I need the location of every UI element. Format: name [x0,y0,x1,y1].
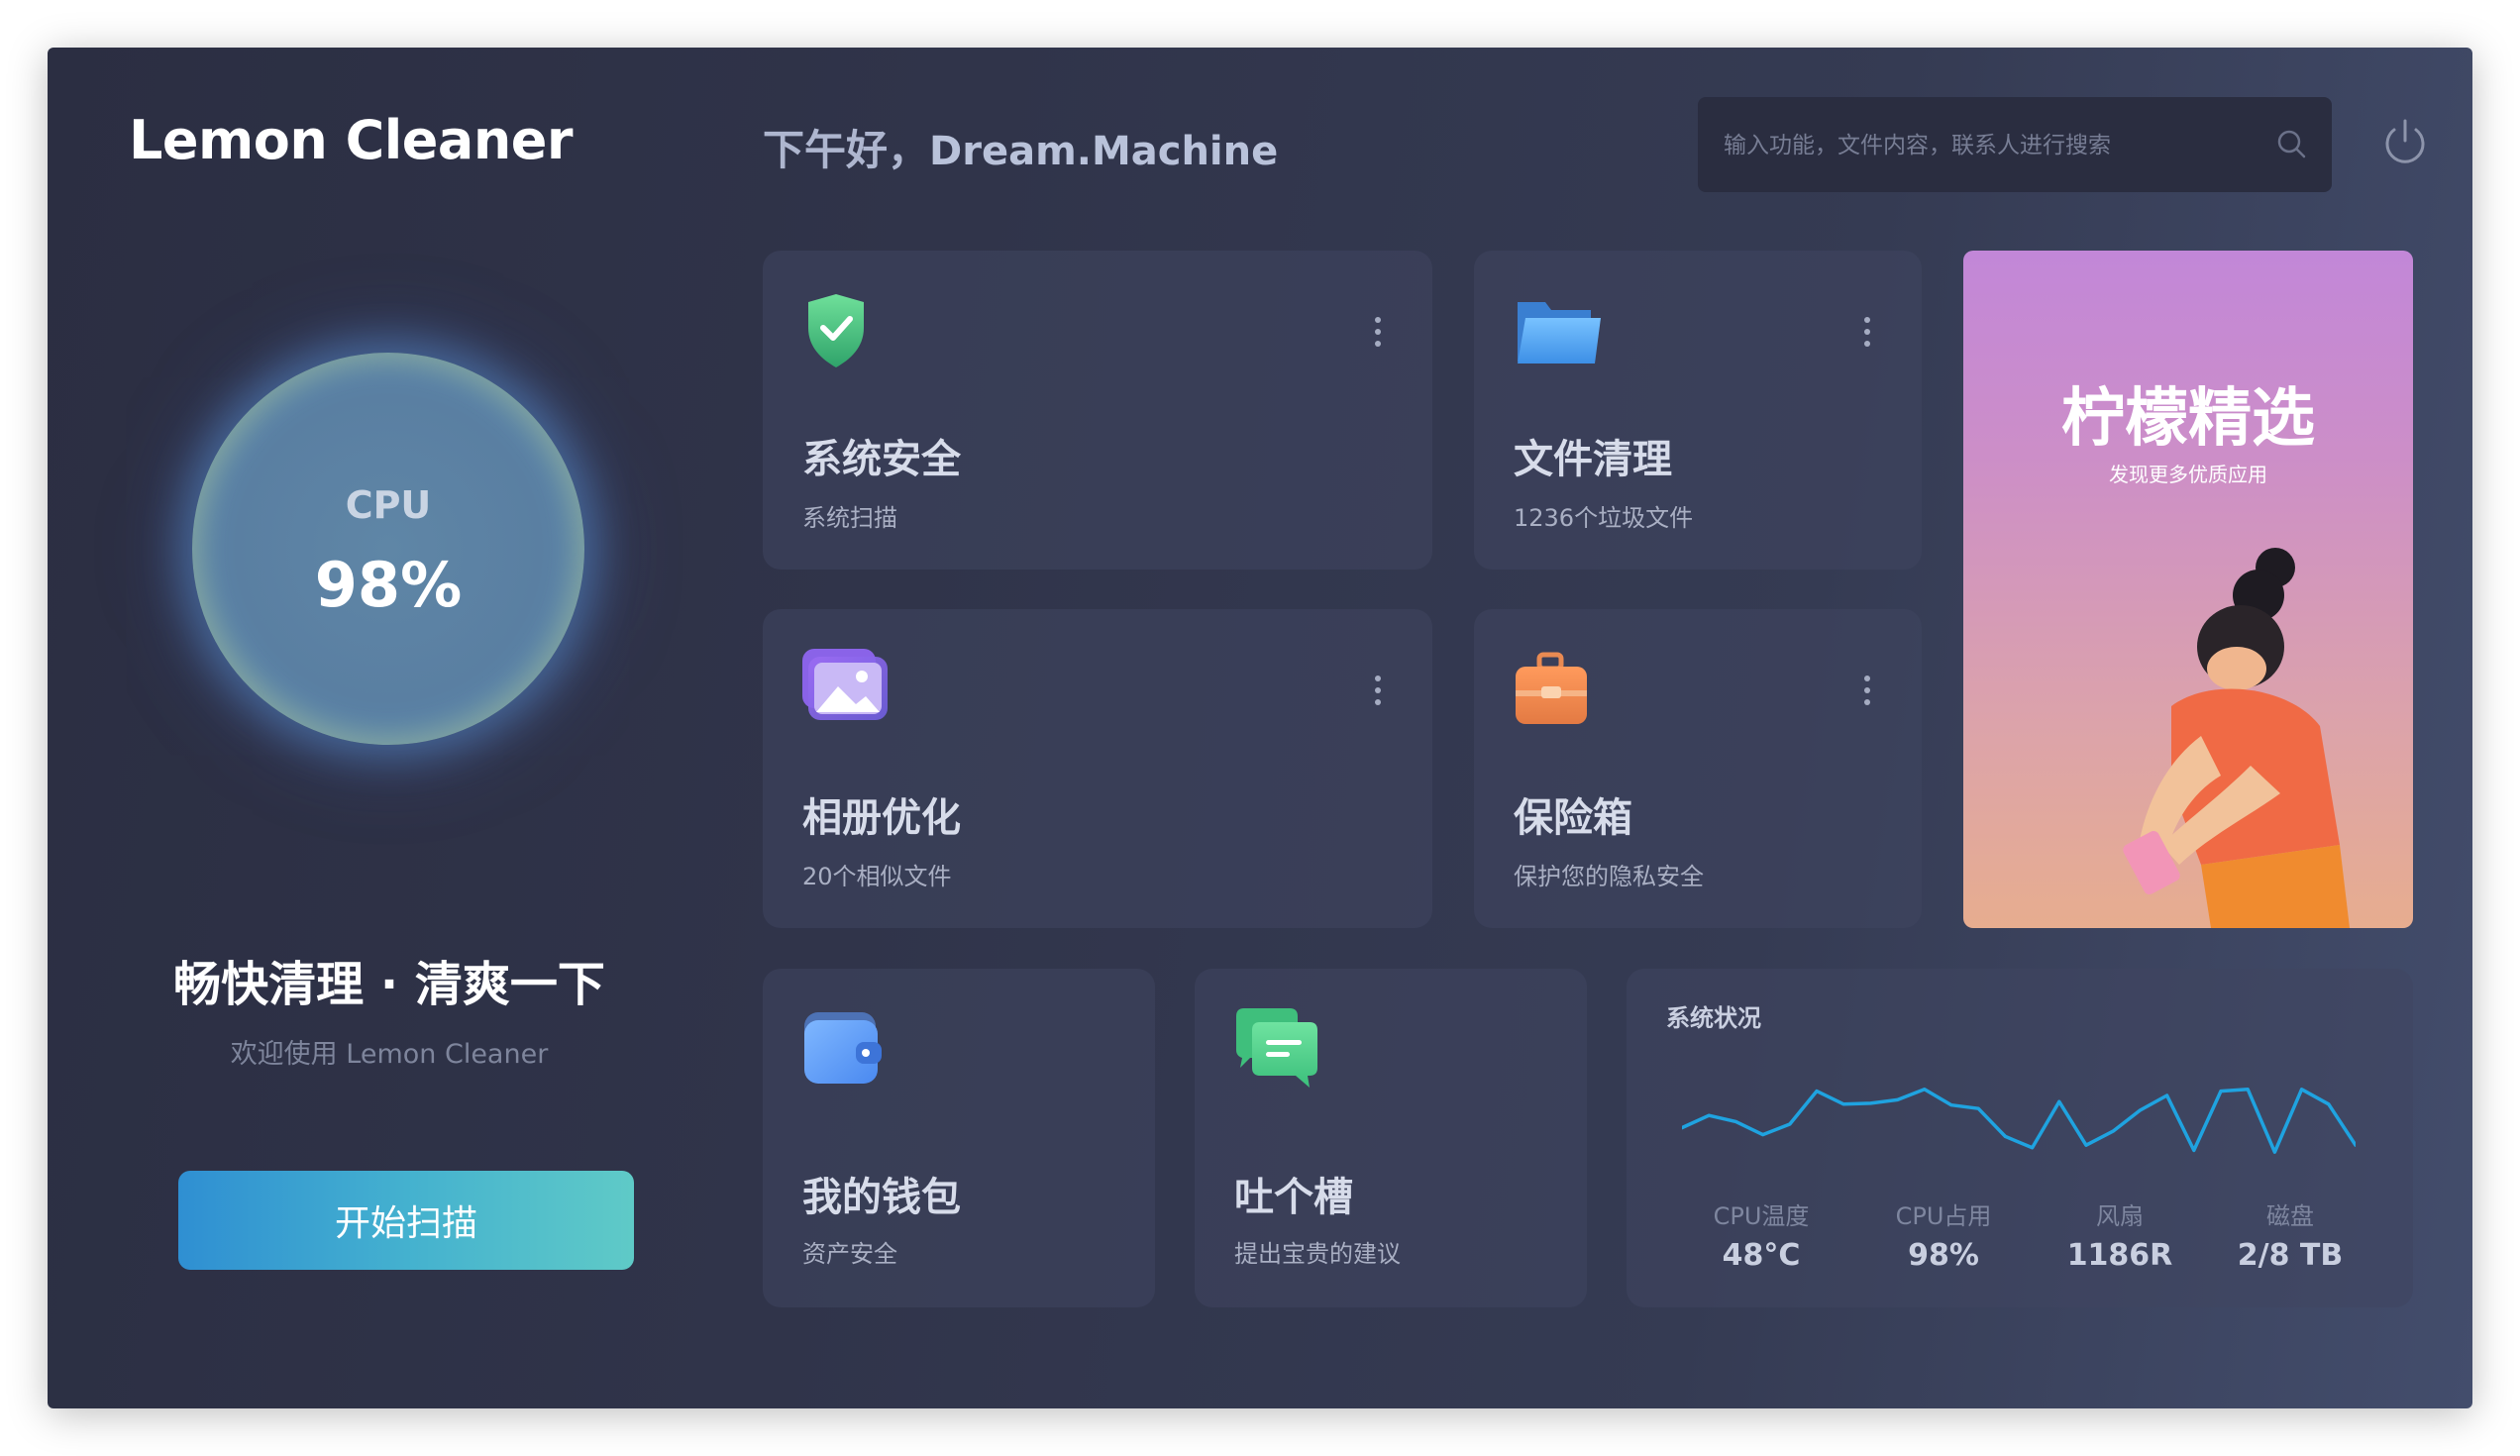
app-logo: Lemon Cleaner [129,109,574,171]
card-wallet[interactable]: 我的钱包 资产安全 [763,969,1155,1307]
card-title: 吐个槽 [1234,1175,1353,1220]
card-system-security[interactable]: 系统安全 系统扫描 [763,251,1432,570]
system-status-label: 系统状况 [1666,1004,1761,1032]
promo-title: 柠檬精选 [2061,382,2315,456]
stat-cpu-temp-label: CPU温度 [1713,1202,1810,1230]
stat-cpu-temp-value: 48°C [1722,1238,1801,1273]
more-options-icon[interactable] [1363,310,1393,360]
search-icon[interactable] [2274,127,2310,162]
more-options-icon[interactable] [1852,310,1882,360]
card-title: 相册优化 [802,795,961,841]
stat-cpu-usage-label: CPU占用 [1895,1202,1992,1230]
photo-icon [802,649,888,720]
card-subtitle: 提出宝贵的建议 [1234,1240,1401,1268]
start-scan-button[interactable]: 开始扫描 [178,1171,634,1270]
card-album-optimize[interactable]: 相册优化 20个相似文件 [763,609,1432,928]
user-name: Dream.Machine [929,129,1279,174]
cpu-label: CPU [345,483,432,527]
welcome-text: 欢迎使用 Lemon Cleaner [230,1039,549,1070]
card-system-status: 系统状况 CPU温度 48°C CPU占用 98% 风扇 1186R 磁盘 2/… [1627,969,2413,1307]
search-input[interactable] [1722,97,2260,194]
card-title: 系统安全 [802,437,961,482]
card-subtitle: 资产安全 [802,1240,897,1268]
stat-fan-value: 1186R [2066,1238,2173,1273]
promo-banner[interactable]: 柠檬精选 发现更多优质应用 [1963,251,2413,928]
power-icon[interactable] [2375,113,2435,172]
card-subtitle: 保护您的隐私安全 [1514,863,1704,890]
promo-subtitle: 发现更多优质应用 [2109,463,2267,486]
card-title: 保险箱 [1514,795,1632,841]
shield-check-icon [808,294,864,367]
promo-illustration [2123,548,2350,928]
card-subtitle: 20个相似文件 [802,863,952,890]
stat-disk-label: 磁盘 [2266,1202,2314,1230]
system-status-sparkline [1682,1088,2356,1154]
more-options-icon[interactable] [1852,669,1882,718]
more-options-icon[interactable] [1363,669,1393,718]
card-subtitle: 系统扫描 [802,504,897,532]
search-bar [1698,97,2332,194]
card-title: 我的钱包 [802,1175,961,1220]
briefcase-icon [1516,652,1587,724]
card-title: 文件清理 [1514,437,1672,482]
stat-fan-label: 风扇 [2096,1202,2144,1230]
folder-icon [1518,302,1601,364]
card-safe-box[interactable]: 保险箱 保护您的隐私安全 [1474,609,1922,928]
stat-cpu-usage-value: 98% [1908,1238,1979,1273]
sparkline-line [1682,1088,2356,1154]
card-subtitle: 1236个垃圾文件 [1514,504,1694,532]
wallet-icon [804,1012,882,1084]
cpu-value: 98% [314,549,463,621]
greeting-text: 下午好， [763,126,930,174]
greeting: 下午好，Dream.Machine [763,117,1278,177]
app-window: Lemon Cleaner 下午好，Dream.Machine CPU 98% … [48,48,2472,1408]
card-feedback[interactable]: 吐个槽 提出宝贵的建议 [1195,969,1587,1307]
chat-bubbles-icon [1236,1008,1317,1088]
stat-disk-value: 2/8 TB [2237,1238,2344,1273]
slogan: 畅快清理 · 清爽一下 [173,957,605,1012]
card-file-cleanup[interactable]: 文件清理 1236个垃圾文件 [1474,251,1922,570]
